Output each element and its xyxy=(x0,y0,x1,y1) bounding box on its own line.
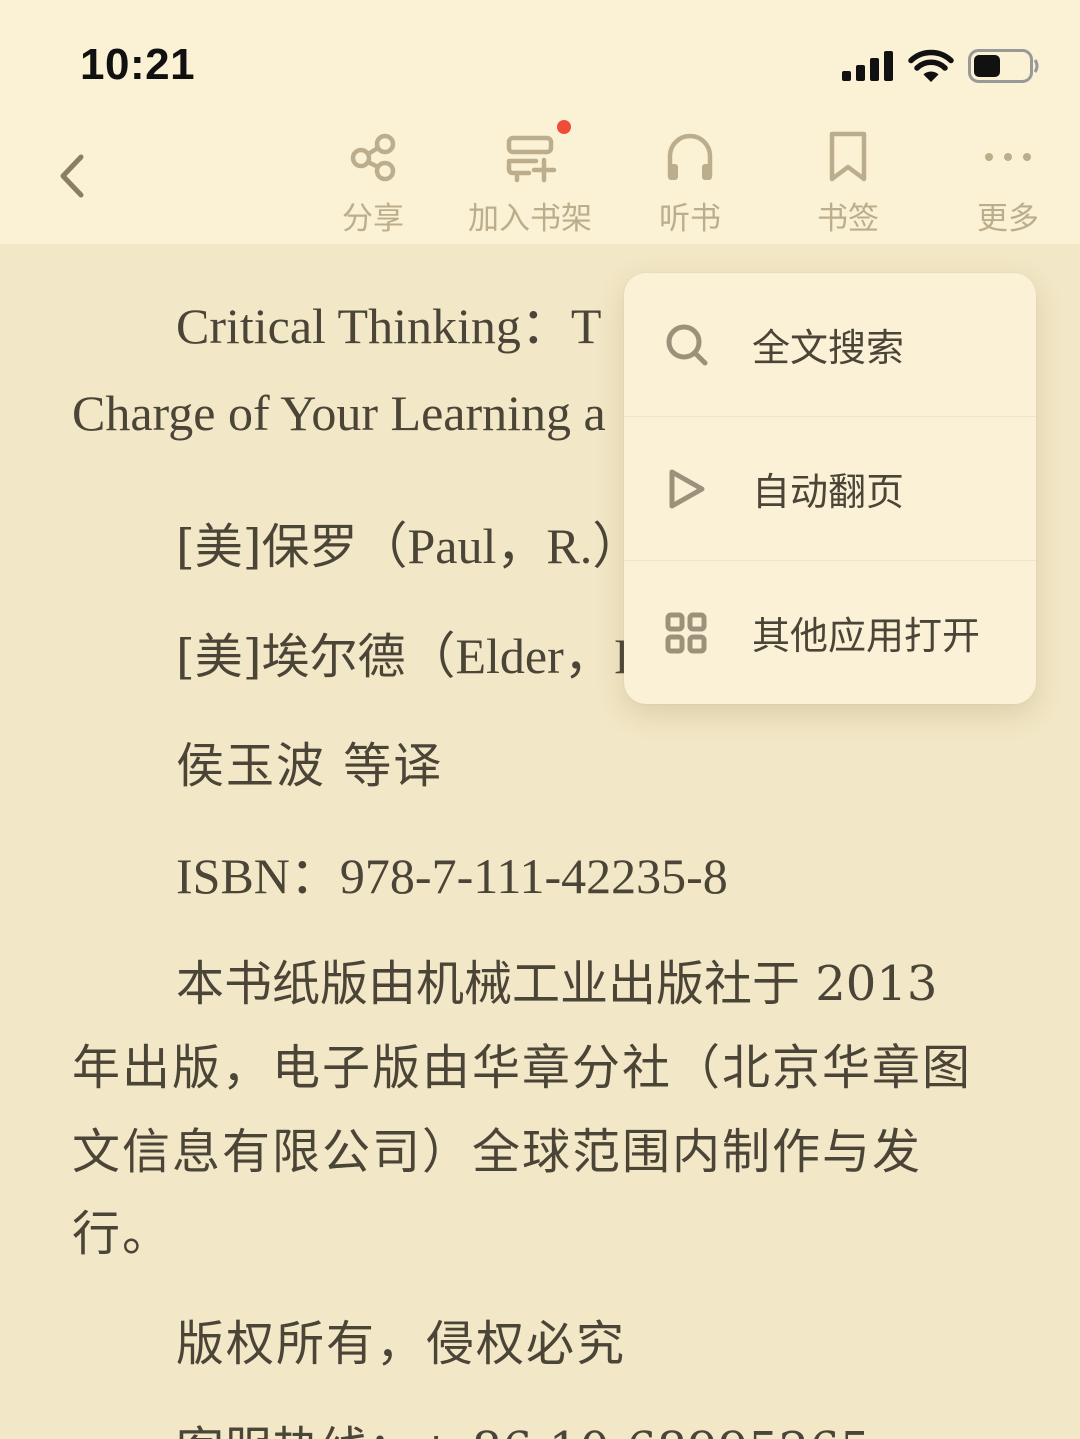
publisher-para-line-4: 行。 xyxy=(72,1206,173,1262)
menu-item-label: 其他应用打开 xyxy=(752,614,981,658)
author-1-name: [美]保罗 xyxy=(176,519,358,575)
menu-item-fulltext-search[interactable]: 全文搜索 xyxy=(624,273,1036,416)
toolbar-bookmark-label: 书签 xyxy=(817,201,879,237)
menu-item-open-in-other-app[interactable]: 其他应用打开 xyxy=(624,561,1036,704)
grid-apps-icon xyxy=(665,612,707,653)
top-bar: 10:21 分享 加入书架 听书 书签 更多 xyxy=(0,0,1080,244)
hotline-line: 客服热线：+ 86-10-68995265 xyxy=(176,1410,870,1439)
author-2-latin: （Elder，I xyxy=(405,628,631,684)
notification-dot xyxy=(557,120,571,134)
chevron-left-icon xyxy=(60,154,84,198)
bookshelf-add-icon xyxy=(506,135,557,182)
bookmark-icon xyxy=(829,131,867,181)
publisher-para-line-3: 文信息有限公司）全球范围内制作与发 xyxy=(72,1124,923,1180)
author-2-name: [美]埃尔德 xyxy=(176,629,406,685)
headphones-icon xyxy=(667,133,713,180)
toolbar-add-bookshelf-button[interactable]: 加入书架 xyxy=(458,120,602,238)
battery-icon xyxy=(968,49,1039,83)
toolbar-listen-label: 听书 xyxy=(659,201,721,237)
toolbar-listen-button[interactable]: 听书 xyxy=(648,128,732,238)
author-1-latin: （Paul，R.） xyxy=(357,518,643,574)
more-dots-icon xyxy=(985,152,1031,161)
menu-item-label: 全文搜索 xyxy=(752,326,905,370)
toolbar-more-label: 更多 xyxy=(977,201,1039,237)
menu-item-auto-page-turn[interactable]: 自动翻页 xyxy=(624,417,1036,560)
author-line-1: [美]保罗（Paul，R.） xyxy=(176,506,642,578)
translator-line: 侯玉波 等译 xyxy=(176,738,444,794)
author-line-2: [美]埃尔德（Elder，I xyxy=(176,616,630,688)
search-icon xyxy=(666,324,708,365)
toolbar-share-label: 分享 xyxy=(342,201,404,237)
play-icon xyxy=(669,469,705,508)
toolbar-add-bookshelf-label: 加入书架 xyxy=(468,201,592,237)
reader-screen: 10:21 分享 加入书架 听书 书签 更多 Critical Thinking… xyxy=(0,0,1080,1439)
share-icon xyxy=(350,133,396,181)
status-icons xyxy=(842,46,1040,86)
toolbar-more-button[interactable]: 更多 xyxy=(966,128,1050,238)
title-line-1: Critical Thinking：T xyxy=(176,298,602,354)
cellular-signal-icon xyxy=(842,51,893,81)
back-button[interactable] xyxy=(40,140,104,212)
wifi-icon xyxy=(908,49,954,82)
isbn-line: ISBN：978-7-111-42235-8 xyxy=(176,848,728,904)
more-menu-popup: 全文搜索 自动翻页 其他应用打开 xyxy=(624,273,1036,704)
title-line-2: Charge of Your Learning a xyxy=(72,385,606,441)
publisher-para-line-2: 年出版，电子版由华章分社（北京华章图 xyxy=(72,1040,973,1096)
menu-item-label: 自动翻页 xyxy=(752,470,905,514)
toolbar-share-button[interactable]: 分享 xyxy=(330,128,416,238)
status-time: 10:21 xyxy=(80,40,196,89)
toolbar-bookmark-button[interactable]: 书签 xyxy=(806,128,890,238)
copyright-line: 版权所有，侵权必究 xyxy=(176,1316,627,1372)
publisher-para-line-1: 本书纸版由机械工业出版社于 2013 xyxy=(176,956,938,1012)
